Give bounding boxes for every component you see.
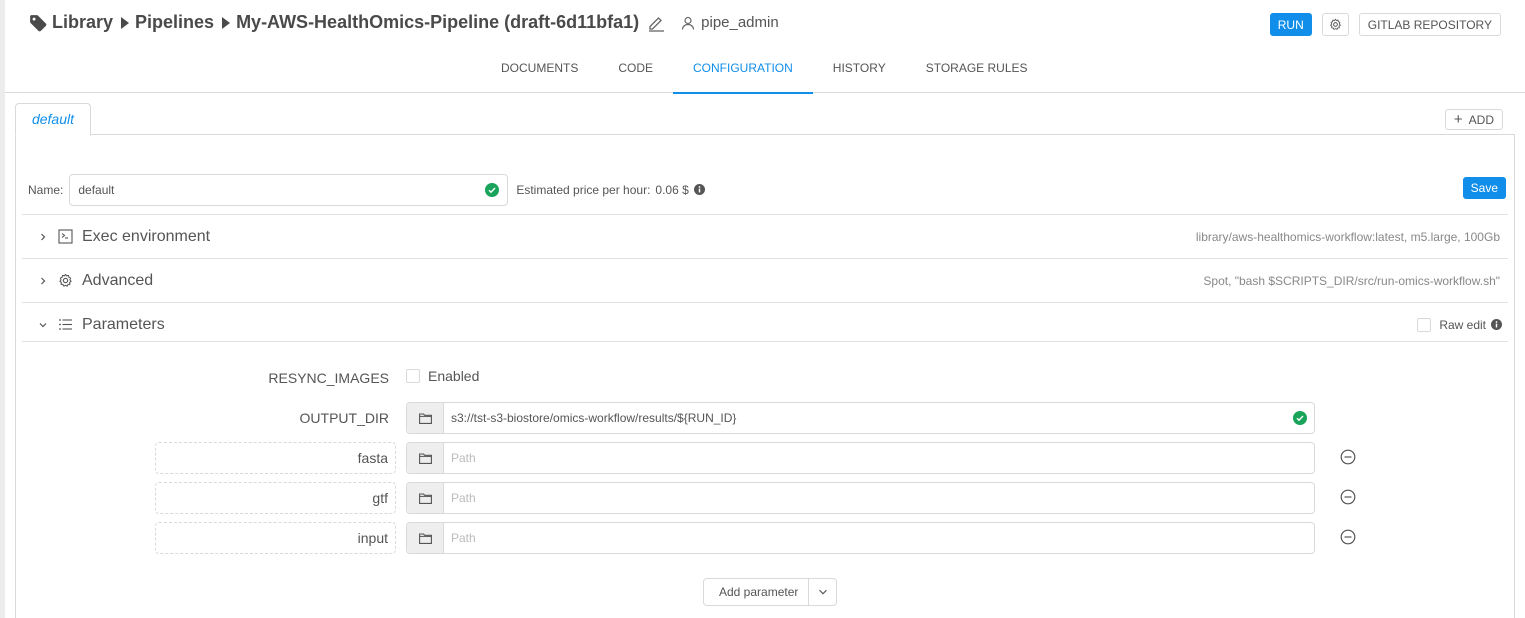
name-row: Name: Estimated price per hour: 0.06 $ S…: [28, 173, 1508, 206]
caret-right-icon: [222, 16, 231, 29]
gitlab-repository-button[interactable]: GITLAB REPOSITORY: [1358, 13, 1501, 36]
section-summary: Spot, "bash $SCRIPTS_DIR/src/run-omics-w…: [1203, 273, 1500, 288]
resync-images-checkbox[interactable]: [406, 369, 420, 383]
section-title: Parameters: [82, 315, 165, 333]
section-title: Exec environment: [82, 227, 211, 245]
minus-circle-icon[interactable]: [1340, 529, 1356, 545]
raw-edit-checkbox[interactable]: [1417, 317, 1432, 332]
add-parameter-dropdown[interactable]: [809, 579, 836, 605]
param-name-input[interactable]: gtf: [155, 482, 396, 514]
check-circle-icon: [1293, 411, 1307, 425]
browse-folder-button[interactable]: [407, 443, 444, 473]
terminal-icon: [58, 229, 73, 244]
breadcrumb-library[interactable]: Library: [52, 12, 113, 33]
config-tabs: default + ADD: [15, 103, 1515, 136]
breadcrumb: Library Pipelines My-AWS-HealthOmics-Pip…: [29, 12, 779, 33]
param-path-input[interactable]: [444, 443, 1314, 473]
settings-button[interactable]: [1321, 13, 1349, 36]
param-path-input[interactable]: [444, 523, 1314, 553]
price-value: 0.06 $: [655, 182, 689, 197]
config-tab-default[interactable]: default: [15, 103, 91, 136]
run-button[interactable]: RUN: [1269, 13, 1312, 36]
header-actions: RUN GITLAB REPOSITORY: [1269, 13, 1501, 36]
param-name-input[interactable]: input: [155, 522, 396, 554]
output-dir-field: [406, 402, 1315, 434]
user-icon: [682, 16, 695, 30]
minus-circle-icon[interactable]: [1340, 449, 1356, 465]
plus-icon: +: [1453, 111, 1463, 128]
breadcrumb-pipelines[interactable]: Pipelines: [135, 12, 214, 33]
output-dir-input[interactable]: [444, 403, 1314, 433]
resync-images-control: Enabled: [406, 368, 479, 384]
name-field: [69, 173, 509, 206]
check-circle-icon: [485, 182, 500, 197]
name-input[interactable]: [70, 174, 508, 205]
header: Library Pipelines My-AWS-HealthOmics-Pip…: [5, 0, 1525, 48]
add-config-label: ADD: [1468, 112, 1494, 127]
list-icon: [59, 319, 72, 330]
page: Library Pipelines My-AWS-HealthOmics-Pip…: [5, 0, 1525, 618]
tab-configuration[interactable]: CONFIGURATION: [673, 48, 813, 94]
param-name-resync-images: RESYNC_IMAGES: [268, 370, 389, 386]
chevron-down-icon: [39, 322, 47, 327]
section-title: Advanced: [82, 271, 154, 289]
add-parameter-button[interactable]: Add parameter: [704, 579, 810, 605]
price-label: Estimated price per hour:: [516, 182, 651, 197]
chevron-down-icon: [819, 589, 827, 595]
config-panel: Name: Estimated price per hour: 0.06 $ S…: [15, 134, 1515, 618]
param-name-input[interactable]: fasta: [155, 442, 396, 474]
section-summary: library/aws-healthomics-workflow:latest,…: [1195, 229, 1500, 244]
divider: [22, 341, 1508, 342]
section-parameters[interactable]: Parameters Raw edit: [22, 302, 1508, 346]
owner-name: pipe_admin: [701, 14, 779, 31]
raw-edit: Raw edit: [1417, 317, 1502, 332]
folder-icon: [418, 532, 432, 544]
estimated-price: Estimated price per hour: 0.06 $: [516, 182, 705, 197]
param-path-field: [406, 522, 1315, 554]
gear-icon: [59, 273, 72, 287]
info-icon[interactable]: [1491, 319, 1502, 330]
tag-icon: [30, 14, 47, 31]
save-button[interactable]: Save: [1462, 177, 1506, 199]
main-tabs: DOCUMENTS CODE CONFIGURATION HISTORY STO…: [5, 48, 1525, 94]
param-path-field: [406, 482, 1315, 514]
add-config-button[interactable]: + ADD: [1444, 109, 1503, 130]
param-name-output-dir: OUTPUT_DIR: [299, 410, 389, 426]
chevron-right-icon: [41, 277, 46, 284]
section-exec-environment[interactable]: Exec environment library/aws-healthomics…: [22, 214, 1508, 258]
name-label: Name:: [28, 182, 64, 197]
chevron-right-icon: [41, 233, 46, 240]
tab-code[interactable]: CODE: [598, 48, 673, 93]
browse-folder-button[interactable]: [407, 483, 444, 513]
caret-right-icon: [121, 16, 130, 29]
browse-folder-button[interactable]: [407, 403, 444, 433]
minus-circle-icon[interactable]: [1340, 489, 1356, 505]
param-path-field: [406, 442, 1315, 474]
tab-storage-rules[interactable]: STORAGE RULES: [906, 48, 1048, 93]
pipeline-title: My-AWS-HealthOmics-Pipeline (draft-6d11b…: [236, 12, 640, 32]
folder-icon: [418, 492, 432, 504]
tab-documents[interactable]: DOCUMENTS: [481, 48, 598, 93]
folder-icon: [418, 452, 432, 464]
add-parameter-group: Add parameter: [703, 578, 838, 606]
tab-history[interactable]: HISTORY: [813, 48, 906, 93]
info-icon[interactable]: [693, 184, 705, 195]
owner: pipe_admin: [681, 14, 779, 31]
raw-edit-label: Raw edit: [1439, 317, 1486, 332]
resync-images-label: Enabled: [428, 368, 480, 384]
browse-folder-button[interactable]: [407, 523, 444, 553]
folder-icon: [418, 412, 432, 424]
edit-icon[interactable]: [647, 14, 665, 32]
section-advanced[interactable]: Advanced Spot, "bash $SCRIPTS_DIR/src/ru…: [22, 258, 1508, 302]
param-path-input[interactable]: [444, 483, 1314, 513]
gear-icon: [1329, 18, 1341, 30]
